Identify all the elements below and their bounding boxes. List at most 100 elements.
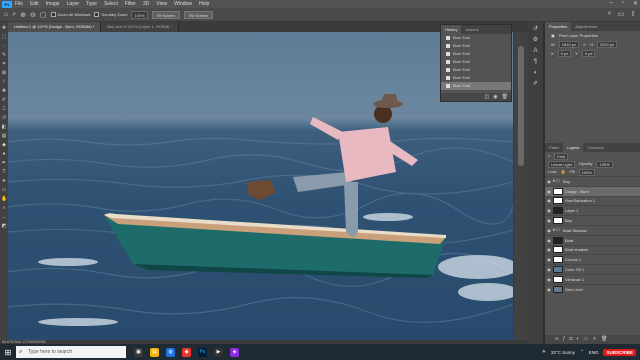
vertical-scrollbar[interactable] bbox=[514, 32, 528, 340]
mask-icon[interactable]: ◘ bbox=[569, 335, 572, 344]
layer-row[interactable]: ◉ ▸▭ Boy bbox=[545, 176, 640, 186]
layer-kind-select[interactable]: Kind bbox=[554, 152, 569, 160]
menu-filter[interactable]: Filter bbox=[125, 1, 136, 7]
history-item[interactable]: Burn Tool bbox=[441, 34, 511, 42]
tab-layers[interactable]: Layers bbox=[563, 143, 584, 152]
layer-row[interactable]: ◉ Boy bbox=[545, 215, 640, 225]
properties-icon[interactable]: ⚙ bbox=[532, 37, 539, 44]
tab-properties[interactable]: Properties bbox=[545, 22, 572, 31]
trash-icon[interactable]: 🗑 bbox=[502, 93, 508, 101]
zoom-tool-icon[interactable]: ⌕ bbox=[1, 205, 7, 211]
hand-tool-icon[interactable]: ✋ bbox=[1, 196, 7, 202]
history-item[interactable]: Burn Tool bbox=[441, 58, 511, 66]
fill-field[interactable]: 100% bbox=[578, 168, 595, 176]
x-field[interactable]: 0 px bbox=[557, 50, 572, 57]
layer-row[interactable]: ◉ Vibrance 1 bbox=[545, 273, 640, 284]
layer-row[interactable]: ◉ Curves 1 bbox=[545, 254, 640, 264]
eye-icon[interactable]: ◉ bbox=[545, 218, 553, 223]
snapshot-icon[interactable]: ◫ bbox=[485, 93, 490, 101]
lasso-tool-icon[interactable]: ◌ bbox=[1, 43, 7, 49]
scrubby-zoom-checkbox[interactable]: Scrubby Zoom bbox=[94, 12, 127, 17]
marquee-tool-icon[interactable]: ⬚ bbox=[1, 34, 7, 40]
media-app-icon[interactable]: ▶ bbox=[214, 347, 223, 357]
zoom-all-windows-checkbox[interactable]: Zoom All Windows bbox=[50, 12, 90, 17]
file-explorer-icon[interactable]: ▤ bbox=[150, 347, 159, 357]
minimize-icon[interactable]: – bbox=[609, 0, 612, 7]
eye-icon[interactable]: ◉ bbox=[545, 238, 553, 243]
character-icon[interactable]: A bbox=[532, 48, 539, 55]
link-icon[interactable]: ∞ bbox=[583, 40, 586, 49]
layer-row[interactable]: ◉ Layer 1 bbox=[545, 205, 640, 215]
search-icon[interactable]: ⌕ bbox=[608, 10, 612, 18]
eye-icon[interactable]: ◉ bbox=[545, 189, 553, 194]
zoom-value-field[interactable]: 100% bbox=[131, 10, 148, 19]
dodge-tool-icon[interactable]: ● bbox=[1, 151, 7, 157]
eye-icon[interactable]: ◉ bbox=[545, 228, 553, 233]
history-item-current[interactable]: Burn Tool bbox=[441, 82, 511, 90]
color-swatches-icon[interactable]: ◩ bbox=[1, 223, 7, 229]
height-field[interactable]: 2320 px bbox=[596, 41, 617, 48]
tab-boy-and-sea[interactable]: Boy and Sl 167% (Layer 1, RGB/8) * bbox=[101, 22, 180, 32]
tab-actions[interactable]: Actions bbox=[461, 25, 482, 34]
y-field[interactable]: 0 px bbox=[581, 50, 596, 57]
history-icon[interactable]: ↺ bbox=[532, 26, 539, 33]
language-indicator[interactable]: ENG bbox=[589, 350, 599, 355]
document-canvas[interactable] bbox=[8, 32, 518, 340]
fit-screen-button[interactable]: Fit Screen bbox=[151, 10, 180, 19]
path-select-icon[interactable]: ➤ bbox=[1, 178, 7, 184]
fill-screen-button[interactable]: Fill Screen bbox=[183, 10, 213, 19]
layer-row-selected[interactable]: ◉ Dodge - Burn bbox=[545, 185, 640, 196]
history-item[interactable]: Burn Tool bbox=[441, 42, 511, 50]
new-layer-icon[interactable]: ＋ bbox=[592, 335, 597, 344]
menu-3d[interactable]: 3D bbox=[143, 1, 149, 7]
taskbar-search[interactable]: ⌕ Type here to search bbox=[16, 346, 126, 358]
pen-tool-icon[interactable]: ✒ bbox=[1, 160, 7, 166]
eye-icon[interactable]: ◉ bbox=[545, 287, 553, 292]
tab-adjustments[interactable]: Adjustments bbox=[571, 22, 601, 31]
eye-icon[interactable]: ◉ bbox=[545, 198, 553, 203]
eye-icon[interactable]: ◉ bbox=[545, 179, 553, 184]
more-tools-icon[interactable]: … bbox=[1, 214, 7, 220]
adjustments-icon[interactable]: ◐ bbox=[532, 70, 539, 77]
layer-row[interactable]: ◉ Color Fill 1 bbox=[545, 264, 640, 274]
close-icon[interactable]: ✕ bbox=[633, 0, 638, 7]
lock-icon[interactable]: 🔒 bbox=[560, 168, 565, 176]
brushes-icon[interactable]: ✐ bbox=[532, 81, 539, 88]
layer-row[interactable]: ◉ Boat bbox=[545, 234, 640, 245]
brush-tool-icon[interactable]: ✐ bbox=[1, 97, 7, 103]
resize-windows-icon[interactable]: ▢ bbox=[40, 11, 47, 19]
group-icon[interactable]: ▭ bbox=[583, 335, 588, 344]
gradient-tool-icon[interactable]: ▤ bbox=[1, 133, 7, 139]
zoom-tool-icon[interactable]: ⌕ bbox=[12, 11, 16, 19]
quick-select-tool-icon[interactable]: ✎ bbox=[1, 52, 7, 58]
scrollbar-thumb[interactable] bbox=[518, 46, 524, 166]
workspace-icon[interactable]: ▭ bbox=[618, 10, 625, 18]
camera-icon[interactable]: ◉ bbox=[493, 93, 497, 101]
maximize-icon[interactable]: ▫ bbox=[622, 0, 624, 7]
fx-icon[interactable]: ƒ bbox=[563, 335, 566, 344]
blur-tool-icon[interactable]: ◆ bbox=[1, 142, 7, 148]
stamp-tool-icon[interactable]: ⎍ bbox=[1, 106, 7, 112]
width-field[interactable]: 1610 px bbox=[558, 41, 580, 48]
opacity-field[interactable]: 100% bbox=[596, 160, 613, 168]
layer-row[interactable]: ◉ Boat shadow bbox=[545, 244, 640, 255]
zoom-out-icon[interactable]: ⊖ bbox=[30, 11, 36, 19]
shape-tool-icon[interactable]: ▭ bbox=[1, 187, 7, 193]
paragraph-icon[interactable]: ¶ bbox=[532, 59, 539, 66]
eye-icon[interactable]: ◉ bbox=[545, 277, 553, 282]
eye-icon[interactable]: ◉ bbox=[545, 208, 553, 213]
menu-image[interactable]: Image bbox=[46, 1, 60, 7]
history-item[interactable]: Burn Tool bbox=[441, 66, 511, 74]
menu-layer[interactable]: Layer bbox=[67, 1, 80, 7]
eyedropper-tool-icon[interactable]: ⁄ bbox=[1, 79, 7, 85]
menu-window[interactable]: Window bbox=[174, 1, 192, 7]
share-icon[interactable]: ⇪ bbox=[630, 10, 636, 18]
layer-row[interactable]: ◉ Sea Level bbox=[545, 283, 640, 294]
menu-type[interactable]: Type bbox=[86, 1, 97, 7]
menu-edit[interactable]: Edit bbox=[30, 1, 39, 7]
weather-icon[interactable]: ☀ bbox=[542, 349, 546, 355]
eye-icon[interactable]: ◉ bbox=[545, 257, 553, 262]
tray-arrow-icon[interactable]: ⌃ bbox=[580, 349, 584, 355]
menu-file[interactable]: File bbox=[15, 1, 23, 7]
chrome-icon[interactable]: ◍ bbox=[166, 347, 175, 357]
